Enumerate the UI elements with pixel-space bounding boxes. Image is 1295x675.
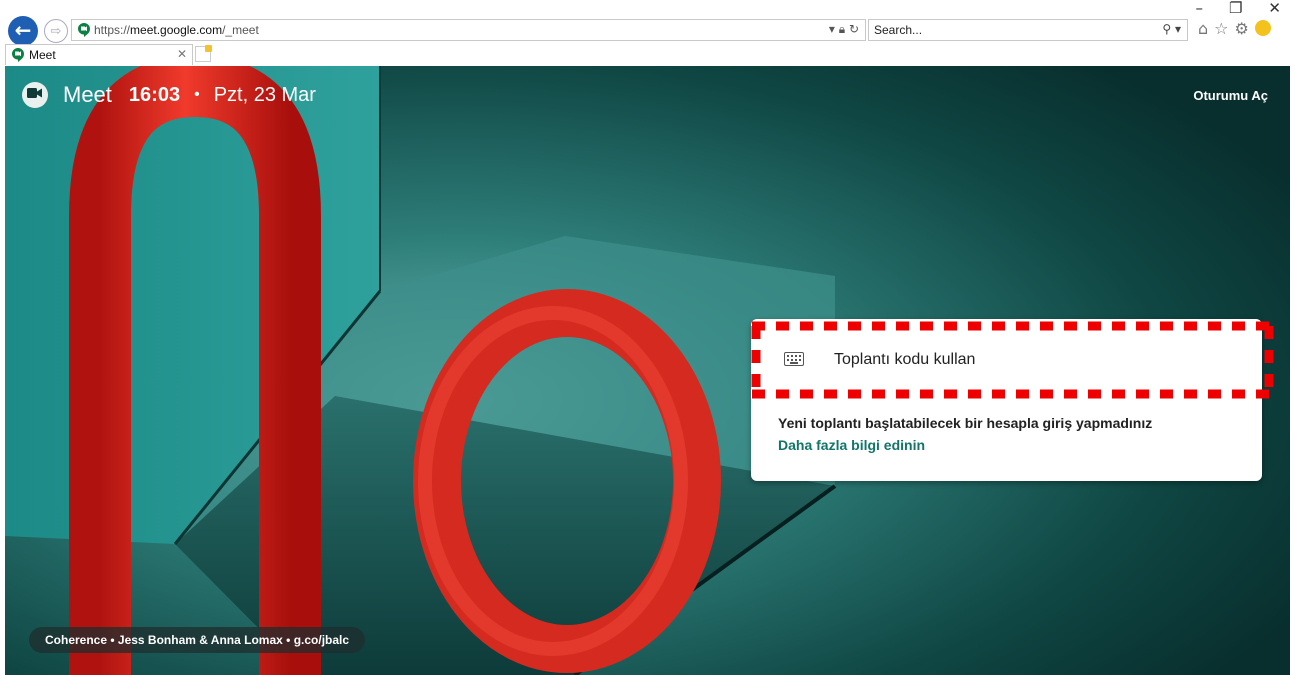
signin-link[interactable]: Oturumu Aç bbox=[1193, 88, 1268, 103]
new-tab-button[interactable] bbox=[195, 45, 212, 62]
search-icon[interactable]: ⚲ ▾ bbox=[1162, 22, 1181, 36]
meet-header: Meet 16:03 • Pzt, 23 Mar bbox=[22, 82, 316, 108]
meet-favicon-icon bbox=[78, 23, 90, 37]
address-bar[interactable]: https://meet.google.com/_meet ▾ 🔒︎ ↻ bbox=[71, 19, 866, 41]
use-meeting-code-label: Toplantı kodu kullan bbox=[834, 351, 976, 368]
search-input[interactable] bbox=[874, 23, 1134, 37]
close-window-button[interactable]: ✕ bbox=[1268, 0, 1281, 16]
browser-tab[interactable]: Meet ✕ bbox=[5, 44, 193, 65]
use-meeting-code-button[interactable]: Toplantı kodu kullan bbox=[751, 319, 1262, 394]
meeting-card: Toplantı kodu kullan Yeni toplantı başla… bbox=[751, 319, 1262, 481]
search-box[interactable]: ⚲ ▾ bbox=[868, 19, 1188, 41]
back-arrow-icon[interactable]: ← bbox=[8, 16, 38, 46]
refresh-icon[interactable]: ↻ bbox=[849, 22, 859, 36]
close-tab-icon[interactable]: ✕ bbox=[177, 47, 187, 61]
not-signed-in-text: Yeni toplantı başlatabilecek bir hesapla… bbox=[778, 415, 1153, 431]
keyboard-icon bbox=[784, 352, 804, 366]
learn-more-link[interactable]: Daha fazla bilgi edinin bbox=[778, 437, 925, 453]
artwork-credit[interactable]: Coherence • Jess Bonham & Anna Lomax • g… bbox=[29, 627, 366, 653]
lock-icon: 🔒︎ bbox=[838, 22, 846, 36]
address-tools[interactable]: ▾ 🔒︎ ↻ bbox=[829, 22, 859, 37]
brand-name: Meet bbox=[63, 82, 112, 107]
current-date: Pzt, 23 Mar bbox=[213, 83, 316, 106]
current-time: 16:03 bbox=[128, 83, 181, 106]
star-icon[interactable]: ☆ bbox=[1214, 19, 1228, 38]
browser-toolbar-icons: ⌂ ☆ ⚙ bbox=[1198, 19, 1271, 38]
forward-arrow-icon[interactable]: ⇨ bbox=[44, 19, 68, 43]
meet-page: Meet 16:03 • Pzt, 23 Mar Oturumu Aç Topl… bbox=[5, 66, 1290, 675]
gear-icon[interactable]: ⚙ bbox=[1235, 19, 1249, 38]
meet-logo-icon[interactable] bbox=[22, 82, 48, 108]
header-separator: • bbox=[194, 86, 200, 103]
minimize-button[interactable]: – bbox=[1195, 0, 1203, 16]
home-icon[interactable]: ⌂ bbox=[1198, 19, 1208, 38]
meet-favicon-icon bbox=[12, 48, 24, 62]
browser-chrome: – ❐ ✕ ← ⇨ https://meet.google.com/_meet … bbox=[0, 0, 1295, 66]
address-url: https://meet.google.com/_meet bbox=[94, 23, 259, 37]
window-controls: – ❐ ✕ bbox=[1195, 0, 1281, 16]
tab-title: Meet bbox=[29, 48, 56, 62]
restore-button[interactable]: ❐ bbox=[1229, 0, 1242, 16]
smiley-icon[interactable] bbox=[1254, 20, 1271, 36]
